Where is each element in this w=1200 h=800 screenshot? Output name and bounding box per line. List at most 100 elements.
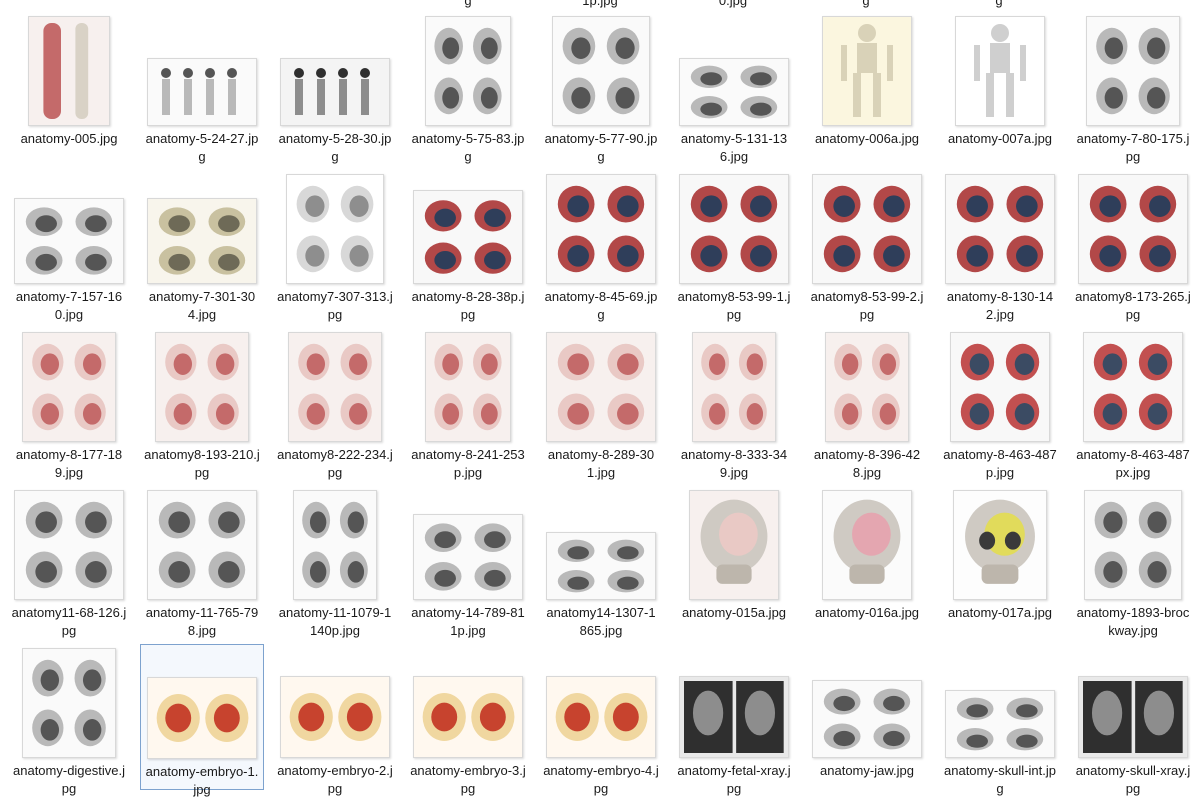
file-item[interactable]: anatomy-5-75-83.jpg <box>406 12 530 164</box>
file-item[interactable]: anatomy-8-333-349.jpg <box>672 328 796 480</box>
file-thumbnail[interactable] <box>288 332 382 442</box>
file-item[interactable]: anatomy-8-28-38p.jpg <box>406 170 530 322</box>
file-item[interactable]: anatomy8-53-99-1.jpg <box>672 170 796 322</box>
file-item[interactable]: anatomy-015a.jpg <box>672 486 796 632</box>
file-item[interactable]: anatomy-016a.jpg <box>805 486 929 632</box>
file-thumbnail[interactable] <box>546 174 656 284</box>
file-item[interactable]: anatomy-8-289-301.jpg <box>539 328 663 480</box>
file-name-label: anatomy-digestive.jpg <box>13 763 125 796</box>
file-item[interactable]: anatomy-11-1079-1140p.jpg <box>273 486 397 638</box>
file-thumbnail[interactable] <box>425 16 511 126</box>
file-item[interactable]: anatomy-digestive.jpg <box>7 644 131 796</box>
file-thumbnail[interactable] <box>14 198 124 284</box>
file-name-label: anatomy8-53-99-1.jpg <box>677 289 791 322</box>
file-item[interactable]: anatomy-7-301-304.jpg <box>140 170 264 322</box>
file-thumbnail[interactable] <box>679 174 789 284</box>
file-thumbnail[interactable] <box>413 514 523 600</box>
file-item[interactable]: anatomy-14-789-811p.jpg <box>406 486 530 638</box>
file-item[interactable]: anatomy8-193-210.jpg <box>140 328 264 480</box>
file-item[interactable]: anatomy-006a.jpg <box>805 12 929 158</box>
file-name-label: anatomy-8-289-301.jpg <box>547 447 655 480</box>
file-thumbnail[interactable] <box>552 16 650 126</box>
file-thumbnail[interactable] <box>293 490 377 600</box>
file-thumbnail[interactable] <box>955 16 1045 126</box>
file-item[interactable]: anatomy14-1307-1865.jpg <box>539 486 663 638</box>
file-thumbnail[interactable] <box>413 676 523 758</box>
file-thumbnail[interactable] <box>950 332 1050 442</box>
file-item[interactable]: anatomy-7-157-160.jpg <box>7 170 131 322</box>
file-thumbnail[interactable] <box>147 490 257 600</box>
file-thumbnail[interactable] <box>953 490 1047 600</box>
file-item[interactable]: anatomy-007a.jpg <box>938 12 1062 158</box>
file-name-label: anatomy7-307-313.jpg <box>277 289 393 322</box>
file-thumbnail[interactable] <box>280 676 390 758</box>
file-thumbnail[interactable] <box>546 532 656 600</box>
file-item[interactable]: anatomy-5-77-90.jpg <box>539 12 663 164</box>
file-item[interactable]: anatomy-8-177-189.jpg <box>7 328 131 480</box>
file-thumbnail[interactable] <box>14 490 124 600</box>
file-thumbnail[interactable] <box>280 58 390 126</box>
file-item[interactable]: anatomy-8-241-253p.jpg <box>406 328 530 480</box>
file-name-label: anatomy-14-789-811p.jpg <box>411 605 525 638</box>
file-thumbnail[interactable] <box>692 332 776 442</box>
file-thumbnail[interactable] <box>155 332 249 442</box>
file-item[interactable]: anatomy-embryo-4.jpg <box>539 644 663 796</box>
file-item[interactable]: anatomy8-173-265.jpg <box>1071 170 1195 322</box>
file-item[interactable]: anatomy-1893-brockway.jpg <box>1071 486 1195 638</box>
file-thumbnail[interactable] <box>147 198 257 284</box>
file-item[interactable]: anatomy-8-396-428.jpg <box>805 328 929 480</box>
file-thumbnail[interactable] <box>822 16 912 126</box>
file-item[interactable]: anatomy-017a.jpg <box>938 486 1062 632</box>
file-item[interactable]: anatomy11-68-126.jpg <box>7 486 131 638</box>
file-thumbnail[interactable] <box>147 58 257 126</box>
file-item[interactable]: anatomy8-222-234.jpg <box>273 328 397 480</box>
top-fragment: 1p.jpg <box>582 0 618 8</box>
file-name-label: anatomy-11-1079-1140p.jpg <box>278 605 392 638</box>
file-item[interactable]: anatomy-embryo-3.jpg <box>406 644 530 796</box>
file-item[interactable]: anatomy-skull-int.jpg <box>938 644 1062 796</box>
file-item[interactable]: anatomy-8-463-487px.jpg <box>1071 328 1195 480</box>
file-thumbnail[interactable] <box>825 332 909 442</box>
file-item[interactable]: anatomy-skull-xray.jpg <box>1071 644 1195 796</box>
file-item[interactable]: anatomy-005.jpg <box>7 12 131 158</box>
file-item[interactable]: anatomy-8-45-69.jpg <box>539 170 663 322</box>
file-thumbnail[interactable] <box>812 680 922 758</box>
file-item[interactable]: anatomy-5-24-27.jpg <box>140 12 264 164</box>
file-item[interactable]: anatomy-8-130-142.jpg <box>938 170 1062 322</box>
file-name-label: anatomy8-173-265.jpg <box>1075 289 1191 322</box>
file-thumbnail[interactable] <box>546 676 656 758</box>
file-thumbnail[interactable] <box>22 648 116 758</box>
file-item[interactable]: anatomy8-53-99-2.jpg <box>805 170 929 322</box>
file-item[interactable]: anatomy-11-765-798.jpg <box>140 486 264 638</box>
file-thumbnail[interactable] <box>22 332 116 442</box>
file-thumbnail[interactable] <box>286 174 384 284</box>
file-thumbnail[interactable] <box>689 490 779 600</box>
file-thumbnail[interactable] <box>1083 332 1183 442</box>
file-item[interactable]: anatomy-5-131-136.jpg <box>672 12 796 164</box>
file-name-label: anatomy-8-45-69.jpg <box>544 289 658 322</box>
file-item[interactable]: anatomy-fetal-xray.jpg <box>672 644 796 796</box>
file-thumbnail[interactable] <box>679 676 789 758</box>
file-item[interactable]: anatomy-8-463-487p.jpg <box>938 328 1062 480</box>
file-thumbnail[interactable] <box>413 190 523 284</box>
file-thumbnail[interactable] <box>546 332 656 442</box>
file-thumbnail[interactable] <box>147 677 257 759</box>
file-thumbnail[interactable] <box>822 490 912 600</box>
file-item[interactable]: anatomy-7-80-175.jpg <box>1071 12 1195 164</box>
file-item[interactable]: anatomy-embryo-1.jpg <box>140 644 264 797</box>
file-thumbnail[interactable] <box>1078 676 1188 758</box>
file-thumbnail[interactable] <box>1086 16 1180 126</box>
file-thumbnail[interactable] <box>679 58 789 126</box>
file-thumbnail[interactable] <box>945 690 1055 758</box>
file-name-label: anatomy11-68-126.jpg <box>11 605 127 638</box>
file-item[interactable]: anatomy7-307-313.jpg <box>273 170 397 322</box>
file-item[interactable]: anatomy-embryo-2.jpg <box>273 644 397 796</box>
file-item[interactable]: anatomy-jaw.jpg <box>805 644 929 790</box>
file-thumbnail[interactable] <box>28 16 110 126</box>
file-thumbnail[interactable] <box>425 332 511 442</box>
file-thumbnail[interactable] <box>1078 174 1188 284</box>
file-item[interactable]: anatomy-5-28-30.jpg <box>273 12 397 164</box>
file-thumbnail[interactable] <box>1084 490 1182 600</box>
file-thumbnail[interactable] <box>945 174 1055 284</box>
file-thumbnail[interactable] <box>812 174 922 284</box>
